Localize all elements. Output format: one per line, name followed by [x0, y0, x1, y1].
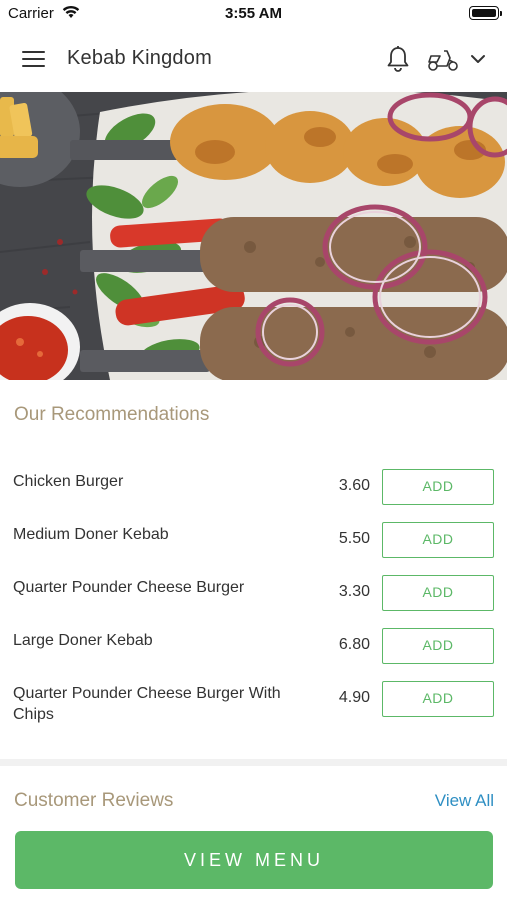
item-price: 5.50	[338, 530, 370, 547]
reviews-title: Customer Reviews	[14, 790, 174, 811]
item-name: Quarter Pounder Cheese Burger With Chips	[13, 685, 281, 723]
item-name: Chicken Burger	[13, 473, 124, 490]
add-button[interactable]: ADD	[382, 522, 494, 558]
add-button[interactable]: ADD	[382, 469, 494, 505]
item-price: 6.80	[338, 636, 370, 653]
bell-icon[interactable]	[386, 44, 410, 72]
chevron-down-icon[interactable]	[470, 53, 486, 65]
list-item: Chicken Burger 3.60 ADD	[0, 463, 507, 516]
item-price: 3.30	[338, 583, 370, 600]
view-all-link[interactable]: View All	[435, 791, 494, 811]
app-header: Kebab Kingdom	[0, 26, 507, 92]
add-button[interactable]: ADD	[382, 575, 494, 611]
item-name: Large Doner Kebab	[13, 632, 153, 649]
list-item: Quarter Pounder Cheese Burger 3.30 ADD	[0, 569, 507, 622]
hero-food-image	[0, 92, 507, 380]
list-item: Medium Doner Kebab 5.50 ADD	[0, 516, 507, 569]
recommendations-title: Our Recommendations	[14, 404, 210, 425]
list-item: Large Doner Kebab 6.80 ADD	[0, 622, 507, 675]
battery-icon	[469, 6, 502, 20]
menu-icon[interactable]	[22, 50, 45, 68]
add-button[interactable]: ADD	[382, 681, 494, 717]
status-bar: Carrier 3:55 AM	[0, 0, 507, 26]
app-title: Kebab Kingdom	[67, 47, 212, 69]
clock: 3:55 AM	[225, 5, 282, 22]
item-name: Quarter Pounder Cheese Burger	[13, 579, 245, 596]
view-menu-button[interactable]: VIEW MENU	[15, 831, 493, 889]
list-item: Quarter Pounder Cheese Burger With Chips…	[0, 675, 507, 735]
add-button[interactable]: ADD	[382, 628, 494, 664]
item-price: 3.60	[338, 477, 370, 494]
section-divider	[0, 759, 507, 766]
item-name: Medium Doner Kebab	[13, 526, 169, 543]
delivery-scooter-icon[interactable]	[427, 48, 459, 72]
item-price: 4.90	[338, 689, 370, 706]
